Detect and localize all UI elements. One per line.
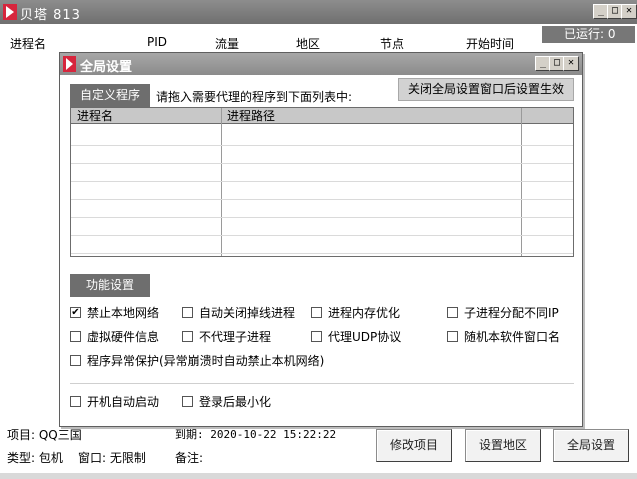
option-auto-close-dropped[interactable]: 自动关闭掉线进程 [182, 306, 295, 322]
option-proxy-udp[interactable]: 代理UDP协议 [311, 330, 401, 346]
window-label: 窗口: 无限制 [78, 451, 146, 465]
checkbox-auto-start[interactable] [70, 396, 81, 407]
note-label: 备注: [175, 451, 204, 465]
table-row-line [71, 145, 573, 146]
global-settings-button[interactable]: 全局设置 [553, 429, 629, 462]
checkbox-minimize-after-login[interactable] [182, 396, 193, 407]
checkbox-proxy-udp[interactable] [311, 331, 322, 342]
option-disable-local-network[interactable]: ✔ 禁止本地网络 [70, 306, 159, 322]
runtime-status: 已运行: 0 [542, 26, 635, 43]
expire-label: 到期: 2020-10-22 15:22:22 [175, 428, 337, 441]
options-divider [70, 383, 574, 384]
option-minimize-after-login[interactable]: 登录后最小化 [182, 395, 271, 411]
dialog-titlebar: 全局设置 _ □ ✕ [60, 53, 582, 75]
checkbox-random-window-name[interactable] [447, 331, 458, 342]
option-child-process-ip[interactable]: 子进程分配不同IP [447, 306, 559, 322]
column-header-pid[interactable]: PID [147, 35, 167, 49]
checkbox-child-process-ip[interactable] [447, 307, 458, 318]
close-button[interactable]: ✕ [621, 4, 637, 19]
checkbox-crash-protection[interactable] [70, 355, 81, 366]
option-virtual-hardware[interactable]: 虚拟硬件信息 [70, 330, 159, 346]
table-row-line [71, 199, 573, 200]
dialog-title: 全局设置 [80, 60, 133, 75]
table-row-line [71, 253, 573, 254]
checkbox-disable-local-network[interactable]: ✔ [70, 307, 81, 318]
table-row-line [71, 181, 573, 182]
process-table[interactable]: 进程名 进程路径 [70, 107, 574, 257]
main-window-title: 贝塔 813 [20, 8, 81, 23]
column-header-node[interactable]: 节点 [380, 35, 404, 52]
project-label: 项目: QQ三国 [7, 428, 82, 442]
option-crash-protection[interactable]: 程序异常保护(异常崩溃时自动禁止本机网络) [70, 354, 324, 370]
table-header-process-name[interactable]: 进程名 [77, 109, 113, 123]
bottom-edge [0, 473, 637, 479]
app-logo-icon [3, 4, 17, 20]
function-settings-button[interactable]: 功能设置 [70, 274, 150, 297]
table-header-process-path[interactable]: 进程路径 [227, 109, 275, 123]
table-row-line [71, 163, 573, 164]
option-memory-optimize[interactable]: 进程内存优化 [311, 306, 400, 322]
checkbox-auto-close-dropped[interactable] [182, 307, 193, 318]
dialog-logo-icon [63, 56, 76, 72]
option-no-proxy-child[interactable]: 不代理子进程 [182, 330, 271, 346]
apply-note-button[interactable]: 关闭全局设置窗口后设置生效 [398, 78, 574, 101]
column-header-process[interactable]: 进程名 [10, 35, 46, 52]
global-settings-dialog: 全局设置 _ □ ✕ 自定义程序 请拖入需要代理的程序到下面列表中: 关闭全局设… [59, 52, 583, 427]
checkbox-no-proxy-child[interactable] [182, 331, 193, 342]
checkbox-memory-optimize[interactable] [311, 307, 322, 318]
modify-project-button[interactable]: 修改项目 [376, 429, 452, 462]
column-header-start-time[interactable]: 开始时间 [466, 35, 514, 52]
custom-program-button[interactable]: 自定义程序 [70, 84, 150, 107]
option-random-window-name[interactable]: 随机本软件窗口名 [447, 330, 560, 346]
table-header-row: 进程名 进程路径 [71, 108, 573, 124]
main-titlebar: 贝塔 813 _ □ ✕ [0, 0, 637, 24]
table-row-line [71, 217, 573, 218]
dialog-close-button[interactable]: ✕ [563, 56, 579, 71]
checkbox-virtual-hardware[interactable] [70, 331, 81, 342]
table-row-line [71, 235, 573, 236]
column-header-region[interactable]: 地区 [296, 35, 320, 52]
option-auto-start[interactable]: 开机自动启动 [70, 395, 159, 411]
set-region-button[interactable]: 设置地区 [465, 429, 541, 462]
type-label: 类型: 包机 [7, 451, 63, 465]
drag-hint-text: 请拖入需要代理的程序到下面列表中: [156, 90, 353, 104]
column-header-traffic[interactable]: 流量 [215, 35, 239, 52]
